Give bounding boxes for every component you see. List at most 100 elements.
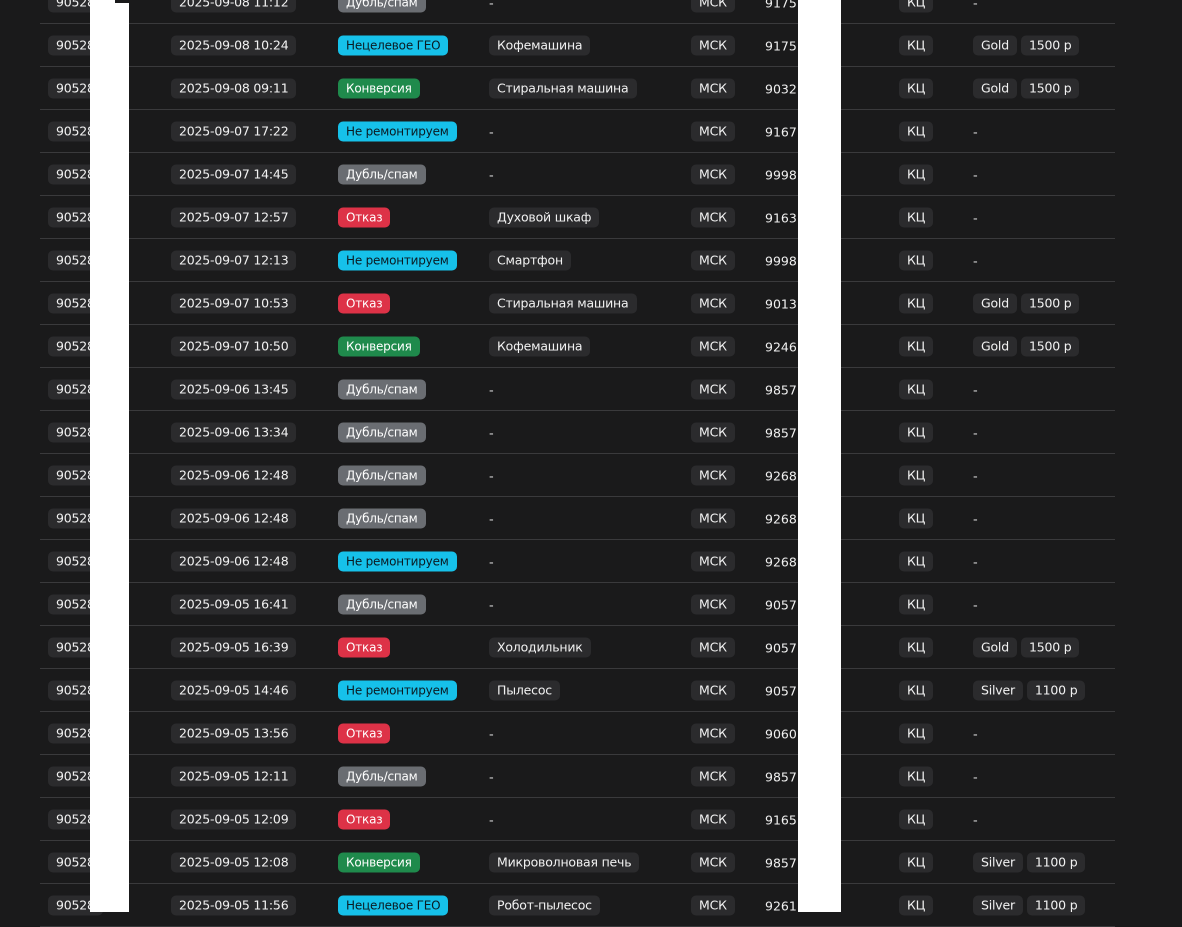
tier-label: - xyxy=(973,813,978,829)
table-row[interactable]: 90528 2025-09-07 10:50 Конверсия Кофемашина… xyxy=(40,325,1115,368)
city-code: МСК xyxy=(691,78,735,99)
status-badge: Не ремонтируем xyxy=(338,680,457,701)
city-code-cell: МСК xyxy=(691,809,735,830)
channel-code-cell: КЦ xyxy=(899,465,934,486)
status-badge-cell: Дубль/спам xyxy=(338,164,426,185)
table-row[interactable]: 90528 2025-09-06 12:48 Дубль/спам - МСК 9268 К… xyxy=(40,454,1115,497)
tier-label: Gold xyxy=(973,336,1017,357)
table-row[interactable]: 90528 2025-09-06 12:48 Дубль/спам - МСК 9268 К… xyxy=(40,497,1115,540)
status-badge-cell: Нецелевое ГЕО xyxy=(338,35,449,56)
status-badge: Нецелевое ГЕО xyxy=(338,895,449,916)
table-row[interactable]: 90528 2025-09-05 13:56 Отказ - МСК 9060 КЦ - xyxy=(40,712,1115,755)
table-row[interactable]: 90528 2025-09-05 12:09 Отказ - МСК 9165 КЦ - xyxy=(40,798,1115,841)
status-badge-cell: Не ремонтируем xyxy=(338,680,457,701)
channel-code-cell: КЦ xyxy=(899,809,934,830)
phone-prefix: 9857 xyxy=(765,425,797,441)
channel-code: КЦ xyxy=(899,809,934,830)
city-code: МСК xyxy=(691,594,735,615)
redaction-edge xyxy=(115,0,129,3)
city-code: МСК xyxy=(691,422,735,443)
status-badge: Отказ xyxy=(338,637,391,658)
phone-prefix-cell: 9167 xyxy=(765,122,797,141)
status-badge-cell: Дубль/спам xyxy=(338,0,426,13)
tier-label: - xyxy=(973,469,978,485)
tier-label: - xyxy=(973,727,978,743)
table-row[interactable]: 90528 2025-09-06 13:45 Дубль/спам - МСК 9857 К… xyxy=(40,368,1115,411)
device-name: Духовой шкаф xyxy=(489,207,600,228)
phone-prefix-cell: 9998 xyxy=(765,165,797,184)
status-badge: Дубль/спам xyxy=(338,422,426,443)
device-name-cell: - xyxy=(489,423,494,442)
phone-prefix: 9246 xyxy=(765,339,797,355)
status-badge: Отказ xyxy=(338,293,391,314)
phone-prefix: 9268 xyxy=(765,554,797,570)
phone-prefix-cell: 9268 xyxy=(765,552,797,571)
table-row[interactable]: 90528 2025-09-07 12:57 Отказ Духовой шкаф МС… xyxy=(40,196,1115,239)
phone-prefix: 9163 xyxy=(765,210,797,226)
table-row[interactable]: 90528 2025-09-06 12:48 Не ремонтируем - МСК 9… xyxy=(40,540,1115,583)
lead-date-cell: 2025-09-05 12:08 xyxy=(171,852,297,873)
phone-prefix-cell: 9857 xyxy=(765,767,797,786)
table-row[interactable]: 90528 2025-09-05 14:46 Не ремонтируем Пылес… xyxy=(40,669,1115,712)
channel-code: КЦ xyxy=(899,723,934,744)
phone-prefix-cell: 9857 xyxy=(765,423,797,442)
table-row[interactable]: 90528 2025-09-05 12:11 Дубль/спам - МСК 9857 К… xyxy=(40,755,1115,798)
table-row[interactable]: 90528 2025-09-05 11:56 Нецелевое ГЕО Робот-… xyxy=(40,884,1115,927)
device-name: Смартфон xyxy=(489,250,571,271)
table-row[interactable]: 90528 2025-09-07 12:13 Не ремонтируем Смарт… xyxy=(40,239,1115,282)
channel-code-cell: КЦ xyxy=(899,121,934,142)
channel-code-cell: КЦ xyxy=(899,250,934,271)
device-name: - xyxy=(489,598,494,614)
device-name: - xyxy=(489,512,494,528)
device-name: - xyxy=(489,125,494,141)
phone-prefix: 9165 xyxy=(765,812,797,828)
channel-code-cell: КЦ xyxy=(899,379,934,400)
lead-date-cell: 2025-09-05 16:39 xyxy=(171,637,297,658)
price-label: 1100 р xyxy=(1026,895,1086,916)
channel-code-cell: КЦ xyxy=(899,293,934,314)
status-badge: Дубль/спам xyxy=(338,594,426,615)
lead-date-cell: 2025-09-05 12:11 xyxy=(171,766,297,787)
table-row[interactable]: 90528 2025-09-05 16:41 Дубль/спам - МСК 9057 К… xyxy=(40,583,1115,626)
lead-date-cell: 2025-09-05 16:41 xyxy=(171,594,297,615)
device-name: Микроволновая печь xyxy=(489,852,640,873)
status-badge-cell: Отказ xyxy=(338,293,391,314)
table-row[interactable]: 90528 2025-09-08 09:11 Конверсия Стиральная… xyxy=(40,67,1115,110)
tier-label-cell: Gold 1500 р xyxy=(973,78,1080,99)
channel-code: КЦ xyxy=(899,35,934,56)
lead-date-cell: 2025-09-05 13:56 xyxy=(171,723,297,744)
lead-date: 2025-09-05 12:11 xyxy=(171,766,297,787)
device-name-cell: Микроволновая печь xyxy=(489,852,640,873)
city-code: МСК xyxy=(691,164,735,185)
phone-prefix: 9175 xyxy=(765,0,797,11)
status-badge: Дубль/спам xyxy=(338,508,426,529)
phone-prefix: 9057 xyxy=(765,683,797,699)
tier-label: - xyxy=(973,168,978,184)
channel-code-cell: КЦ xyxy=(899,35,934,56)
channel-code-cell: КЦ xyxy=(899,895,934,916)
status-badge: Дубль/спам xyxy=(338,164,426,185)
table-row[interactable]: 90528 2025-09-05 16:39 Отказ Холодильник МСК… xyxy=(40,626,1115,669)
tier-label-cell: - xyxy=(973,165,978,184)
status-badge-cell: Не ремонтируем xyxy=(338,551,457,572)
table-row[interactable]: 90528 2025-09-08 11:12 Дубль/спам - МСК 9175 К… xyxy=(40,0,1115,24)
table-row[interactable]: 90528 2025-09-07 14:45 Дубль/спам - МСК 9998 К… xyxy=(40,153,1115,196)
table-row[interactable]: 90528 2025-09-08 10:24 Нецелевое ГЕО Кофема… xyxy=(40,24,1115,67)
price-label: 1500 р xyxy=(1020,35,1080,56)
city-code-cell: МСК xyxy=(691,465,735,486)
channel-code-cell: КЦ xyxy=(899,78,934,99)
channel-code: КЦ xyxy=(899,164,934,185)
table-row[interactable]: 90528 2025-09-07 17:22 Не ремонтируем - МСК 9… xyxy=(40,110,1115,153)
status-badge-cell: Отказ xyxy=(338,207,391,228)
device-name-cell: - xyxy=(489,724,494,743)
phone-prefix: 9998 xyxy=(765,253,797,269)
status-badge-cell: Отказ xyxy=(338,637,391,658)
table-row[interactable]: 90528 2025-09-07 10:53 Отказ Стиральная маш… xyxy=(40,282,1115,325)
table-row[interactable]: 90528 2025-09-06 13:34 Дубль/спам - МСК 9857 К… xyxy=(40,411,1115,454)
lead-date: 2025-09-05 13:56 xyxy=(171,723,297,744)
tier-label-cell: - xyxy=(973,466,978,485)
phone-prefix-cell: 9013 xyxy=(765,294,797,313)
status-badge: Отказ xyxy=(338,809,391,830)
lead-date-cell: 2025-09-06 12:48 xyxy=(171,465,297,486)
table-row[interactable]: 90528 2025-09-05 12:08 Конверсия Микроволно… xyxy=(40,841,1115,884)
